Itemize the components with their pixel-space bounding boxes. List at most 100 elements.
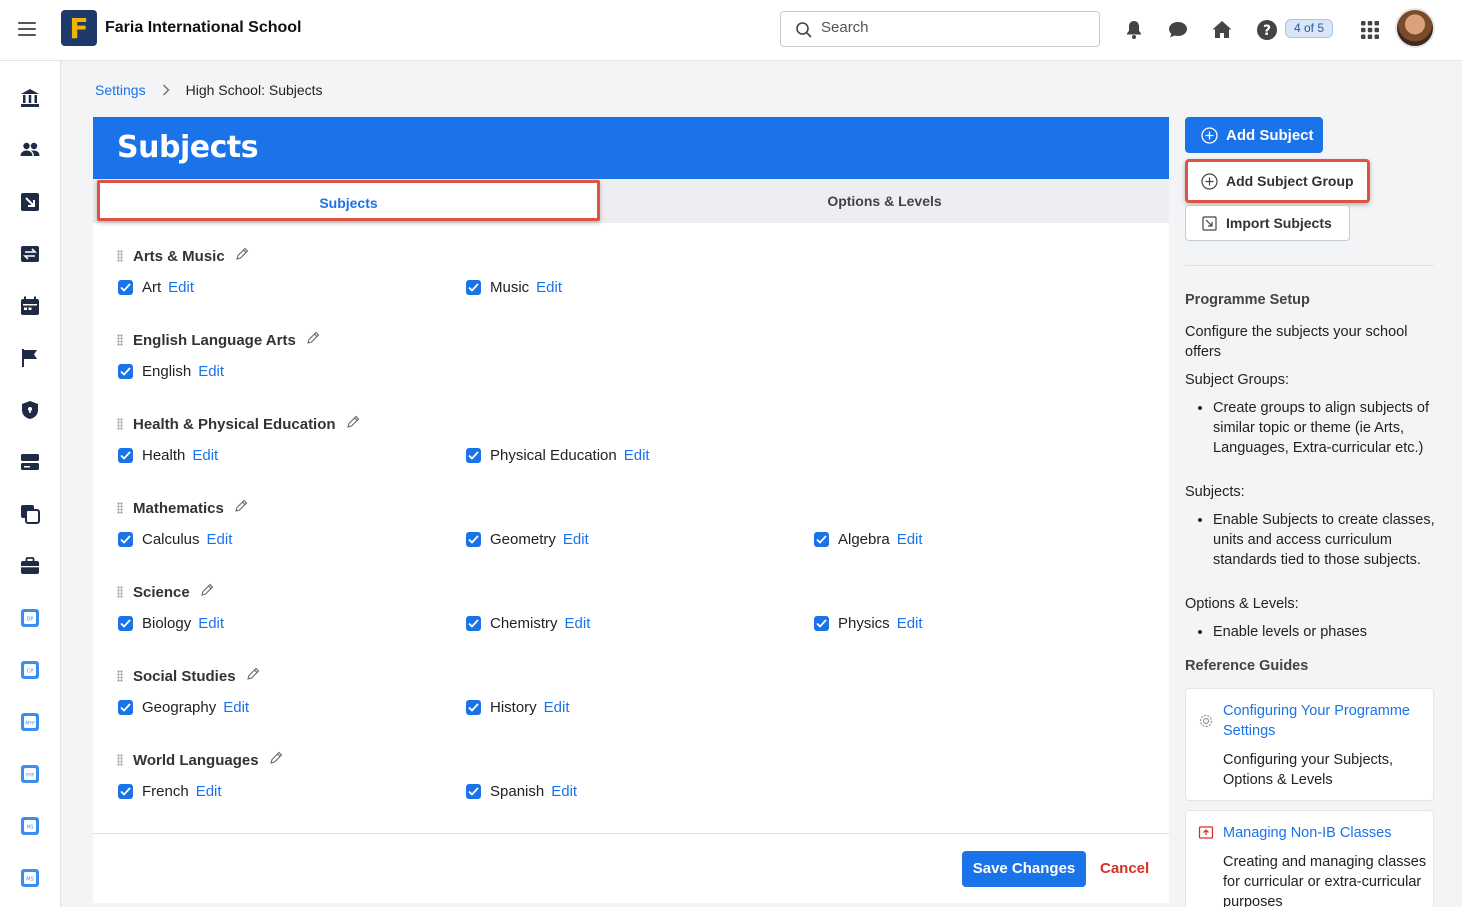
edit-subject-link[interactable]: Edit	[897, 615, 923, 632]
drag-handle-icon[interactable]	[117, 418, 123, 430]
subject-checkbox[interactable]	[466, 616, 481, 631]
subject-checkbox[interactable]	[814, 532, 829, 547]
tab-bar: Subjects Options & Levels	[93, 179, 1169, 223]
chat-icon[interactable]	[1166, 18, 1190, 42]
programme-cp-icon[interactable]: CP	[19, 659, 41, 681]
edit-subject-link[interactable]: Edit	[192, 447, 218, 464]
user-avatar[interactable]	[1395, 8, 1435, 48]
subject-checkbox[interactable]	[118, 280, 133, 295]
subject-item: French Edit	[118, 783, 222, 800]
subject-group: English Language Arts English Edit	[93, 307, 1169, 391]
guide-card[interactable]: Managing Non-IB Classes Creating and man…	[1185, 810, 1434, 907]
subject-checkbox[interactable]	[466, 448, 481, 463]
help-subjects-bullet: Enable Subjects to create classes, units…	[1213, 510, 1437, 570]
subject-name: Health	[142, 447, 186, 464]
subject-checkbox[interactable]	[466, 700, 481, 715]
drag-handle-icon[interactable]	[117, 334, 123, 346]
programme-hs-icon[interactable]: HS	[19, 815, 41, 837]
subject-checkbox[interactable]	[118, 448, 133, 463]
programme-ms-icon[interactable]: MS	[19, 867, 41, 889]
pencil-icon[interactable]	[200, 583, 214, 601]
edit-subject-link[interactable]: Edit	[563, 531, 589, 548]
subject-checkbox[interactable]	[118, 700, 133, 715]
pencil-icon[interactable]	[235, 247, 249, 265]
svg-text:PYP: PYP	[26, 773, 34, 779]
drag-handle-icon[interactable]	[117, 670, 123, 682]
home-icon[interactable]	[1210, 18, 1234, 42]
pencil-icon[interactable]	[346, 415, 360, 433]
school-building-icon[interactable]	[19, 87, 41, 109]
cards-icon[interactable]	[19, 451, 41, 473]
breadcrumb-current: High School: Subjects	[185, 82, 323, 98]
subject-group: Mathematics Calculus Edit Geometry Edit Algeb…	[93, 475, 1169, 559]
import-subjects-button[interactable]: Import Subjects	[1185, 205, 1350, 241]
edit-subject-link[interactable]: Edit	[223, 699, 249, 716]
subject-checkbox[interactable]	[466, 532, 481, 547]
tab-subjects[interactable]: Subjects	[97, 180, 600, 221]
guide-title-link[interactable]: Managing Non-IB Classes	[1223, 823, 1428, 843]
drag-handle-icon[interactable]	[117, 586, 123, 598]
search-box[interactable]	[780, 11, 1100, 47]
subject-checkbox[interactable]	[118, 364, 133, 379]
drag-handle-icon[interactable]	[117, 502, 123, 514]
subject-checkbox[interactable]	[466, 280, 481, 295]
school-logo[interactable]: F	[61, 10, 97, 46]
guide-title-link[interactable]: Configuring Your Programme Settings	[1223, 701, 1428, 741]
programme-dp-icon[interactable]: DP	[19, 607, 41, 629]
edit-subject-link[interactable]: Edit	[624, 447, 650, 464]
pencil-icon[interactable]	[246, 667, 260, 685]
add-subject-group-button[interactable]: Add Subject Group	[1185, 159, 1370, 203]
edit-subject-link[interactable]: Edit	[198, 363, 224, 380]
edit-subject-link[interactable]: Edit	[897, 531, 923, 548]
subject-checkbox[interactable]	[118, 616, 133, 631]
svg-text:MS: MS	[26, 877, 34, 883]
pencil-icon[interactable]	[306, 331, 320, 349]
guide-card[interactable]: Configuring Your Programme Settings Conf…	[1185, 688, 1434, 801]
subject-checkbox[interactable]	[466, 784, 481, 799]
edit-subject-link[interactable]: Edit	[565, 615, 591, 632]
add-subject-button[interactable]: Add Subject	[1185, 117, 1323, 153]
save-changes-button[interactable]: Save Changes	[962, 851, 1086, 887]
edit-subject-link[interactable]: Edit	[196, 783, 222, 800]
subject-checkbox[interactable]	[814, 616, 829, 631]
edit-subject-link[interactable]: Edit	[198, 615, 224, 632]
drag-handle-icon[interactable]	[117, 250, 123, 262]
subject-group: Health & Physical Education Health Edit Phy…	[93, 391, 1169, 475]
subject-checkbox[interactable]	[118, 532, 133, 547]
subject-item: History Edit	[466, 699, 570, 716]
edit-subject-link[interactable]: Edit	[168, 279, 194, 296]
edit-subject-link[interactable]: Edit	[551, 783, 577, 800]
flag-icon[interactable]	[19, 347, 41, 369]
programme-pyp-icon[interactable]: PYP	[19, 763, 41, 785]
calendar-icon[interactable]	[19, 295, 41, 317]
menu-icon[interactable]	[18, 22, 36, 36]
breadcrumb-settings-link[interactable]: Settings	[95, 82, 146, 98]
shield-icon[interactable]	[19, 399, 41, 421]
help-icon[interactable]: ?	[1255, 18, 1279, 42]
reference-guides-heading: Reference Guides	[1185, 658, 1309, 674]
pencil-icon[interactable]	[234, 499, 248, 517]
programme-myp-icon[interactable]: MYP	[19, 711, 41, 733]
subject-group-name: Social Studies	[133, 667, 236, 685]
cancel-button[interactable]: Cancel	[1100, 860, 1149, 877]
subject-checkbox[interactable]	[118, 784, 133, 799]
add-subject-group-label: Add Subject Group	[1226, 173, 1354, 189]
plus-circle-icon	[1201, 172, 1218, 190]
page-counter-badge[interactable]: 4 of 5	[1285, 19, 1334, 38]
transfer-icon[interactable]	[19, 243, 41, 265]
tab-options-levels[interactable]: Options & Levels	[600, 179, 1169, 223]
edit-subject-link[interactable]: Edit	[207, 531, 233, 548]
search-input[interactable]	[821, 19, 1081, 36]
subject-item: Health Edit	[118, 447, 218, 464]
pencil-icon[interactable]	[269, 751, 283, 769]
apps-grid-icon[interactable]	[1358, 18, 1382, 42]
edit-subject-link[interactable]: Edit	[536, 279, 562, 296]
subject-item: Art Edit	[118, 279, 194, 296]
people-icon[interactable]	[19, 139, 41, 161]
drag-handle-icon[interactable]	[117, 754, 123, 766]
arrow-down-right-icon[interactable]	[19, 191, 41, 213]
copy-icon[interactable]	[19, 503, 41, 525]
briefcase-icon[interactable]	[19, 555, 41, 577]
bell-icon[interactable]	[1122, 18, 1146, 42]
edit-subject-link[interactable]: Edit	[544, 699, 570, 716]
